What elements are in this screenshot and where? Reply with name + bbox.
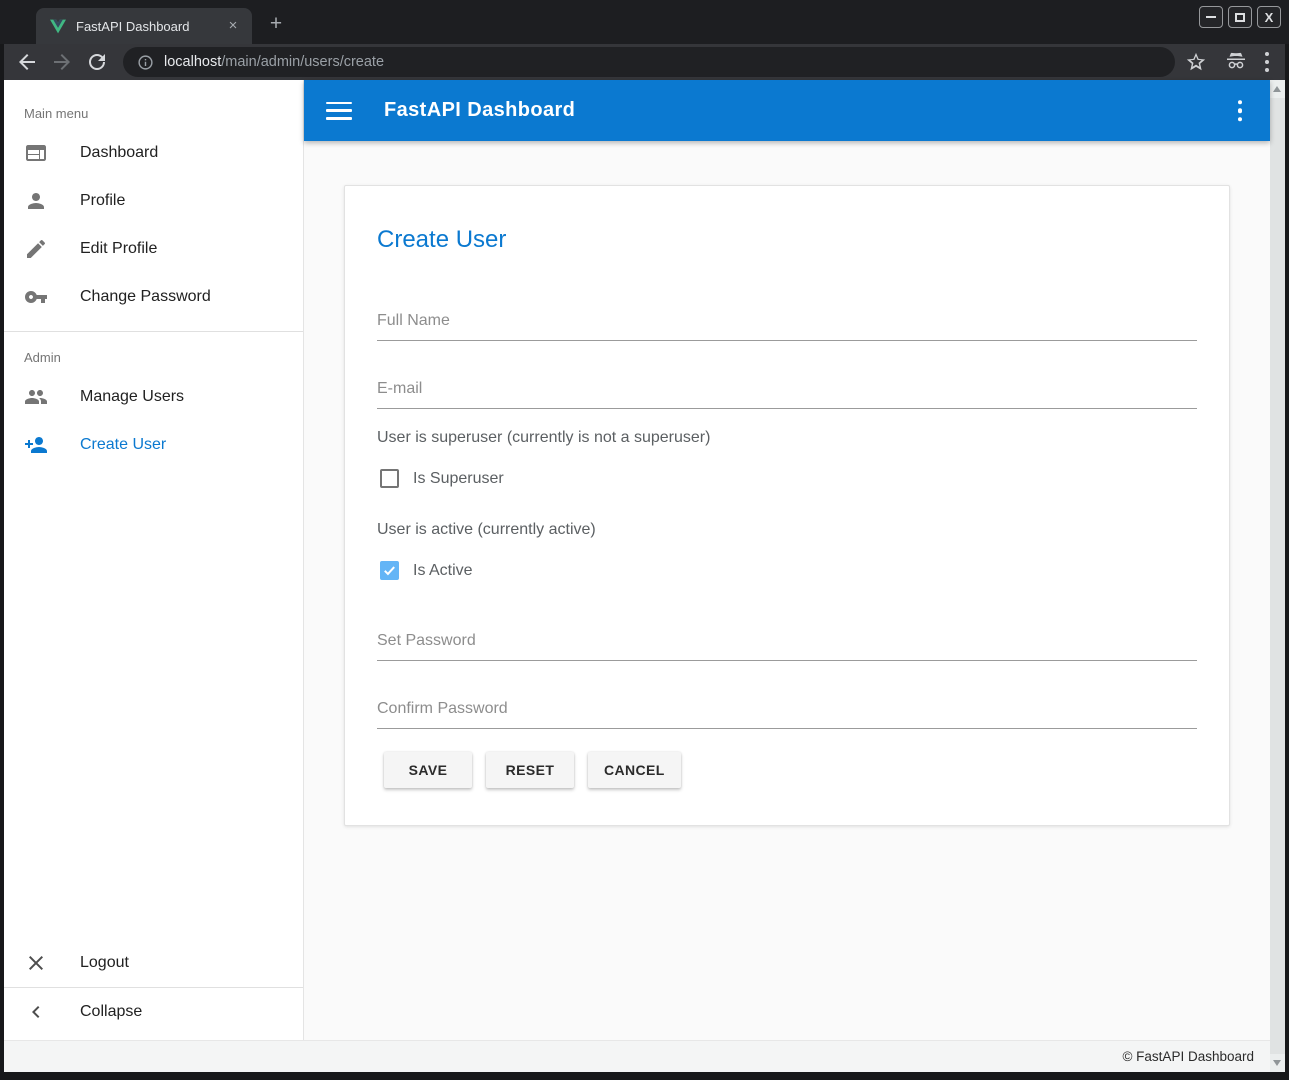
browser-menu-icon[interactable] [1265, 52, 1269, 72]
sidebar-item-label: Manage Users [80, 388, 184, 406]
url-path: /main/admin/users/create [221, 54, 384, 70]
sidebar-item-profile[interactable]: Profile [4, 177, 303, 225]
is-active-label: Is Active [413, 562, 473, 580]
new-tab-button[interactable]: + [262, 11, 290, 39]
save-button[interactable]: SAVE [384, 752, 472, 788]
page-content: Main menu Dashboard Profile Edit Profile… [4, 80, 1285, 1072]
tab-title: FastAPI Dashboard [76, 19, 224, 34]
sidebar-item-label: Collapse [80, 1003, 142, 1021]
chevron-left-icon [24, 1000, 48, 1024]
create-user-card: Create User Full Name E-mail User is sup… [344, 185, 1230, 826]
sidebar-item-label: Logout [80, 954, 129, 972]
sidebar: Main menu Dashboard Profile Edit Profile… [4, 80, 304, 1040]
url-text: localhost/main/admin/users/create [164, 54, 384, 70]
reset-button[interactable]: RESET [486, 752, 574, 788]
incognito-icon [1224, 50, 1248, 74]
reload-icon[interactable] [85, 50, 109, 74]
full-name-placeholder: Full Name [377, 312, 450, 329]
maximize-icon [1235, 13, 1245, 22]
tab-close-icon[interactable]: × [224, 17, 242, 35]
site-info-icon[interactable] [137, 54, 154, 71]
app-bar: FastAPI Dashboard [304, 80, 1270, 141]
back-icon[interactable] [15, 50, 39, 74]
close-icon: X [1265, 11, 1274, 24]
sidebar-item-edit-profile[interactable]: Edit Profile [4, 225, 303, 273]
sidebar-item-label: Change Password [80, 288, 211, 306]
copyright-text: © FastAPI Dashboard [1122, 1049, 1254, 1064]
app-bar-title: FastAPI Dashboard [384, 99, 575, 122]
browser-toolbar: localhost/main/admin/users/create [4, 44, 1285, 80]
sidebar-item-label: Dashboard [80, 144, 158, 162]
forward-icon[interactable] [50, 50, 74, 74]
cancel-button[interactable]: CANCEL [588, 752, 681, 788]
pencil-icon [24, 237, 48, 261]
logout-x-icon [24, 951, 48, 975]
sidebar-caption-main-menu: Main menu [4, 80, 303, 129]
people-icon [24, 385, 48, 409]
active-hint: User is active (currently active) [377, 521, 596, 539]
bookmark-star-icon[interactable] [1185, 51, 1207, 73]
hamburger-menu-icon[interactable] [326, 102, 352, 120]
set-password-field[interactable]: Set Password [377, 630, 1197, 661]
form-actions: SAVE RESET CANCEL [384, 752, 681, 788]
is-superuser-label: Is Superuser [413, 470, 504, 488]
person-icon [24, 189, 48, 213]
email-placeholder: E-mail [377, 380, 422, 397]
minimize-icon [1206, 16, 1216, 18]
page-footer: © FastAPI Dashboard [4, 1040, 1270, 1072]
sidebar-item-change-password[interactable]: Change Password [4, 273, 303, 321]
scrollbar-thumb[interactable] [1270, 98, 1285, 1054]
is-superuser-checkbox[interactable]: Is Superuser [380, 469, 504, 488]
browser-titlebar: FastAPI Dashboard × + X [0, 0, 1289, 44]
sidebar-item-create-user[interactable]: Create User [4, 421, 303, 469]
window-close-button[interactable]: X [1257, 6, 1281, 28]
sidebar-caption-admin: Admin [4, 332, 303, 373]
sidebar-item-logout[interactable]: Logout [4, 939, 303, 987]
window-maximize-button[interactable] [1228, 6, 1252, 28]
scrollbar-up-icon[interactable] [1273, 86, 1281, 92]
dashboard-icon [24, 141, 48, 165]
page-title: Create User [377, 226, 506, 254]
checkbox-unchecked-icon [380, 469, 399, 488]
set-password-placeholder: Set Password [377, 632, 476, 649]
key-icon [24, 285, 48, 309]
window-minimize-button[interactable] [1199, 6, 1223, 28]
sidebar-item-label: Profile [80, 192, 125, 210]
confirm-password-field[interactable]: Confirm Password [377, 698, 1197, 729]
sidebar-bottom: Logout Collapse [4, 939, 303, 1036]
sidebar-item-dashboard[interactable]: Dashboard [4, 129, 303, 177]
person-add-icon [24, 433, 48, 457]
confirm-password-placeholder: Confirm Password [377, 700, 508, 717]
sidebar-item-collapse[interactable]: Collapse [4, 988, 303, 1036]
full-name-field[interactable]: Full Name [377, 310, 1197, 341]
is-active-checkbox[interactable]: Is Active [380, 561, 473, 580]
url-bar[interactable]: localhost/main/admin/users/create [123, 47, 1175, 77]
sidebar-item-label: Edit Profile [80, 240, 157, 258]
sidebar-item-manage-users[interactable]: Manage Users [4, 373, 303, 421]
superuser-hint: User is superuser (currently is not a su… [377, 429, 710, 447]
sidebar-item-label: Create User [80, 436, 166, 454]
browser-tab[interactable]: FastAPI Dashboard × [36, 8, 252, 44]
vue-logo-icon [50, 19, 66, 34]
page-scrollbar[interactable] [1270, 80, 1285, 1072]
app-bar-menu-icon[interactable] [1238, 100, 1243, 122]
url-host: localhost [164, 54, 221, 70]
email-field[interactable]: E-mail [377, 378, 1197, 409]
scrollbar-down-icon[interactable] [1273, 1060, 1281, 1066]
checkbox-checked-icon [380, 561, 399, 580]
